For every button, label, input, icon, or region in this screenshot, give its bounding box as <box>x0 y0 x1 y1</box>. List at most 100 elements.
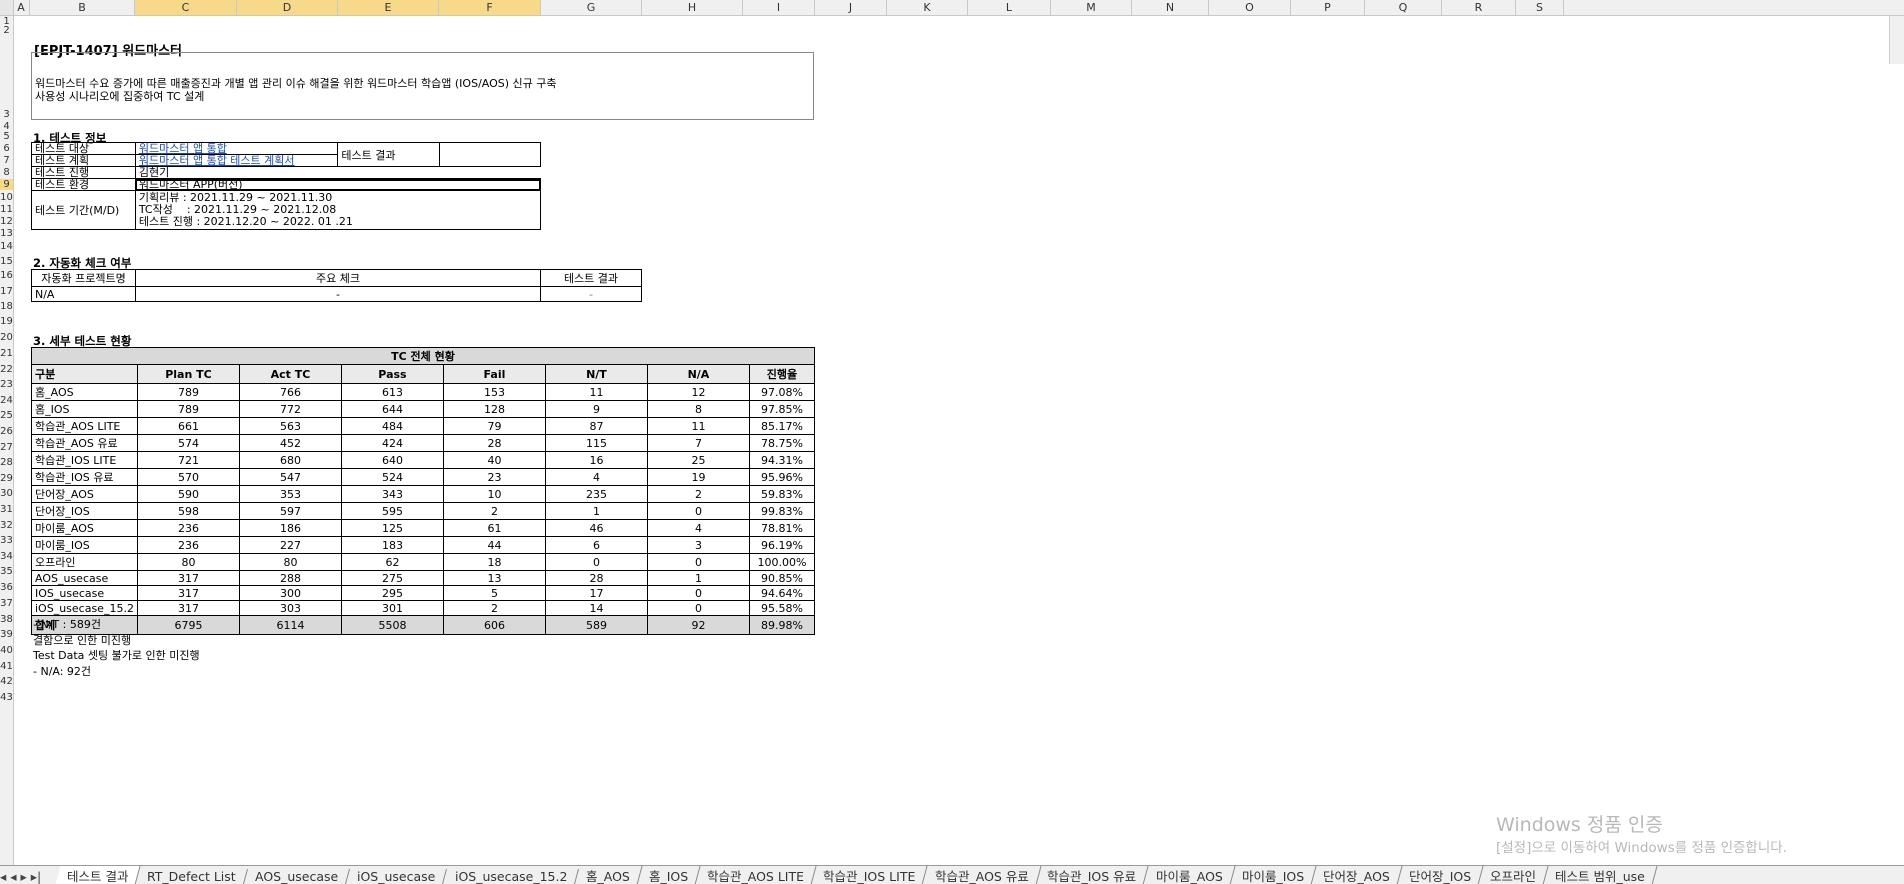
table-cell[interactable]: 275 <box>340 570 444 586</box>
table-cell[interactable]: 680 <box>238 451 342 469</box>
table-cell[interactable]: 85.17% <box>748 417 816 435</box>
row-header[interactable]: 21 <box>0 348 13 359</box>
row-label-cell[interactable]: 학습관_IOS LITE <box>31 451 138 469</box>
row-header[interactable]: 40 <box>0 645 13 656</box>
table-cell[interactable]: 12 <box>646 383 750 401</box>
sheet-tab[interactable]: 마이룸_AOS <box>1144 866 1236 884</box>
table-cell[interactable]: 524 <box>340 468 444 486</box>
row-label-cell[interactable]: 단어장_AOS <box>31 485 138 503</box>
table-cell[interactable]: 303 <box>238 600 342 616</box>
table-cell[interactable]: 97.08% <box>748 383 816 401</box>
column-header-a[interactable]: A <box>13 0 30 15</box>
table-cell[interactable]: 301 <box>340 600 444 616</box>
row-label-cell[interactable]: 오프라인 <box>31 553 138 571</box>
sheet-tab[interactable]: RT_Defect List <box>136 869 249 884</box>
table-cell[interactable]: 236 <box>136 519 240 537</box>
column-header-d[interactable]: D <box>237 0 338 15</box>
row-header[interactable]: 19 <box>0 316 13 327</box>
sheet-tab[interactable]: AOS_usecase <box>244 869 351 884</box>
table-cell[interactable]: 570 <box>136 468 240 486</box>
total-cell[interactable]: 5508 <box>340 615 444 635</box>
table-cell[interactable]: 0 <box>646 502 750 520</box>
row-label-cell[interactable]: 홈_IOS <box>31 400 138 418</box>
column-header-b[interactable]: B <box>30 0 135 15</box>
table-cell[interactable]: 343 <box>340 485 444 503</box>
sheet-nav-arrows-icon[interactable]: ◂ ◂ ▸ ▸| <box>0 869 54 884</box>
row-header[interactable]: 13 <box>0 228 13 239</box>
table-cell[interactable]: 7 <box>646 434 750 452</box>
table-cell[interactable]: 40 <box>442 451 546 469</box>
table-cell[interactable]: 227 <box>238 536 342 554</box>
table-cell[interactable]: 0 <box>544 553 648 571</box>
table-cell[interactable]: 5 <box>442 585 546 601</box>
row-header[interactable]: 29 <box>0 473 13 484</box>
column-header-e[interactable]: E <box>338 0 439 15</box>
sheet-tab[interactable]: iOS_usecase <box>346 869 448 884</box>
table-cell[interactable]: 452 <box>238 434 342 452</box>
row-header[interactable]: 39 <box>0 629 13 640</box>
row-label-cell[interactable]: 단어장_IOS <box>31 502 138 520</box>
column-header-i[interactable]: I <box>743 0 815 15</box>
table-cell[interactable]: 590 <box>136 485 240 503</box>
table-cell[interactable]: 23 <box>442 468 546 486</box>
row-header[interactable]: 33 <box>0 535 13 546</box>
table-cell[interactable]: 6 <box>544 536 648 554</box>
sheet-tab[interactable]: 단어장_IOS <box>1397 866 1484 884</box>
table-cell[interactable]: 317 <box>136 600 240 616</box>
table-cell[interactable]: 0 <box>646 600 750 616</box>
table-cell[interactable]: 94.31% <box>748 451 816 469</box>
table-cell[interactable]: 99.83% <box>748 502 816 520</box>
table-cell[interactable]: 78.81% <box>748 519 816 537</box>
table-cell[interactable]: 14 <box>544 600 648 616</box>
row-header[interactable]: 20 <box>0 332 13 343</box>
table-cell[interactable]: 4 <box>544 468 648 486</box>
target-link[interactable]: 워드마스터 앱 통합 <box>134 142 339 155</box>
table-cell[interactable]: 644 <box>340 400 444 418</box>
sheet-tab[interactable]: 학습관_AOS LITE <box>695 866 817 884</box>
table-cell[interactable]: 766 <box>238 383 342 401</box>
table-cell[interactable]: 772 <box>238 400 342 418</box>
table-cell[interactable]: 563 <box>238 417 342 435</box>
vertical-scrollbar[interactable] <box>1889 16 1904 64</box>
total-cell[interactable]: 606 <box>442 615 546 635</box>
row-header[interactable]: 28 <box>0 457 13 468</box>
table-cell[interactable]: 3 <box>646 536 750 554</box>
row-header[interactable]: 9 <box>0 179 13 190</box>
row-label-cell[interactable]: 학습관_AOS 유료 <box>31 434 138 452</box>
table-cell[interactable]: 2 <box>442 502 546 520</box>
sheet-tab[interactable]: 테스트 범위_use <box>1543 866 1658 884</box>
table-cell[interactable]: 1 <box>646 570 750 586</box>
table-cell[interactable]: 13 <box>442 570 546 586</box>
table-cell[interactable]: 87 <box>544 417 648 435</box>
table-cell[interactable]: 115 <box>544 434 648 452</box>
sheet-tab[interactable]: 학습관_IOS LITE <box>811 866 929 884</box>
total-cell[interactable]: 89.98% <box>748 615 816 635</box>
table-cell[interactable]: 0 <box>646 553 750 571</box>
table-cell[interactable]: 721 <box>136 451 240 469</box>
table-cell[interactable]: 94.64% <box>748 585 816 601</box>
table-cell[interactable]: 46 <box>544 519 648 537</box>
period-cell[interactable]: 기획리뷰 : 2021.11.29 ~ 2021.11.30 TC작성 : 20… <box>134 190 542 230</box>
table-cell[interactable]: 789 <box>136 383 240 401</box>
table-cell[interactable]: 2 <box>442 600 546 616</box>
column-header-s[interactable]: S <box>1516 0 1564 15</box>
table-cell[interactable]: 44 <box>442 536 546 554</box>
table-cell[interactable]: 153 <box>442 383 546 401</box>
table-cell[interactable]: 100.00% <box>748 553 816 571</box>
table-cell[interactable]: 597 <box>238 502 342 520</box>
row-label-cell[interactable]: iOS_usecase_15.2 <box>31 600 138 616</box>
row-label-cell[interactable]: 마이룸_AOS <box>31 519 138 537</box>
row-label-cell[interactable]: 마이룸_IOS <box>31 536 138 554</box>
table-cell[interactable]: 574 <box>136 434 240 452</box>
row-header[interactable]: 6 <box>0 143 13 154</box>
row-label-cell[interactable]: 학습관_AOS LITE <box>31 417 138 435</box>
row-label-cell[interactable]: IOS_usecase <box>31 585 138 601</box>
row-header[interactable]: 17 <box>0 286 13 297</box>
table-cell[interactable]: 424 <box>340 434 444 452</box>
table-cell[interactable]: 90.85% <box>748 570 816 586</box>
sheet-tab[interactable]: 오프라인 <box>1478 866 1549 884</box>
value-cell[interactable]: 김현기 <box>135 167 540 179</box>
table-cell[interactable]: 288 <box>238 570 342 586</box>
column-header-o[interactable]: O <box>1209 0 1291 15</box>
row-header[interactable]: 27 <box>0 442 13 453</box>
